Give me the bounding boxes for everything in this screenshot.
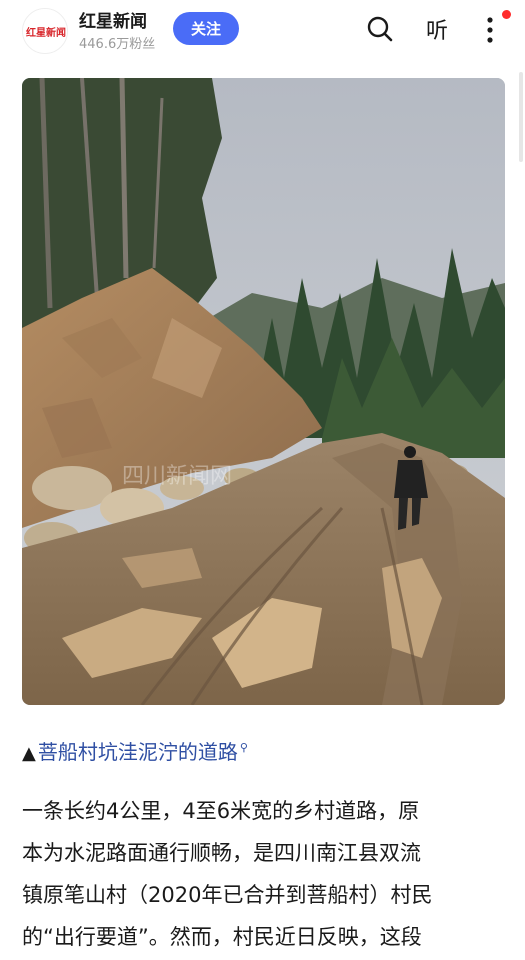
triangle-up-icon: ▲ — [22, 743, 36, 764]
follow-button[interactable]: 关注 — [173, 12, 239, 45]
photo-watermark: 四川新闻网 — [122, 464, 232, 489]
article-line: 一条长约4公里，4至6米宽的乡村道路，原 — [22, 799, 420, 823]
search-button[interactable] — [363, 12, 397, 46]
search-icon — [367, 16, 393, 42]
svg-text:红星新闻: 红星新闻 — [26, 26, 66, 39]
article-line: 的“出行要道”。然而，村民近日反映，这段 — [22, 925, 422, 949]
account-name[interactable]: 红星新闻 — [79, 7, 147, 32]
article-line: 本为水泥路面通行顺畅，是四川南江县双流 — [22, 841, 421, 865]
caption-text[interactable]: 菩船村坑洼泥泞的道路 — [38, 740, 238, 764]
avatar-logo: 红星新闻 — [23, 9, 67, 53]
notification-dot-icon — [502, 10, 511, 19]
avatar[interactable]: 红星新闻 — [22, 8, 68, 54]
fans-count: 446.6万粉丝 — [79, 37, 156, 52]
more-button[interactable] — [476, 10, 504, 50]
search-hint-icon[interactable]: ⚲ — [240, 741, 248, 754]
top-bar: 红星新闻 红星新闻 446.6万粉丝 关注 听 — [0, 0, 525, 60]
listen-button[interactable]: 听 — [418, 10, 456, 48]
article-body: 一条长约4公里，4至6米宽的乡村道路，原 本为水泥路面通行顺畅，是四川南江县双流… — [22, 790, 512, 958]
scrollbar[interactable] — [519, 72, 523, 162]
article-line: 镇原笔山村（2020年已合并到菩船村）村民 — [22, 883, 433, 907]
article-photo[interactable]: 四川新闻网 — [22, 78, 505, 705]
muddy-road-photo: 四川新闻网 — [22, 78, 505, 705]
photo-caption: ▲ 菩船村坑洼泥泞的道路 ⚲ — [22, 736, 248, 765]
more-vertical-icon — [487, 17, 493, 43]
